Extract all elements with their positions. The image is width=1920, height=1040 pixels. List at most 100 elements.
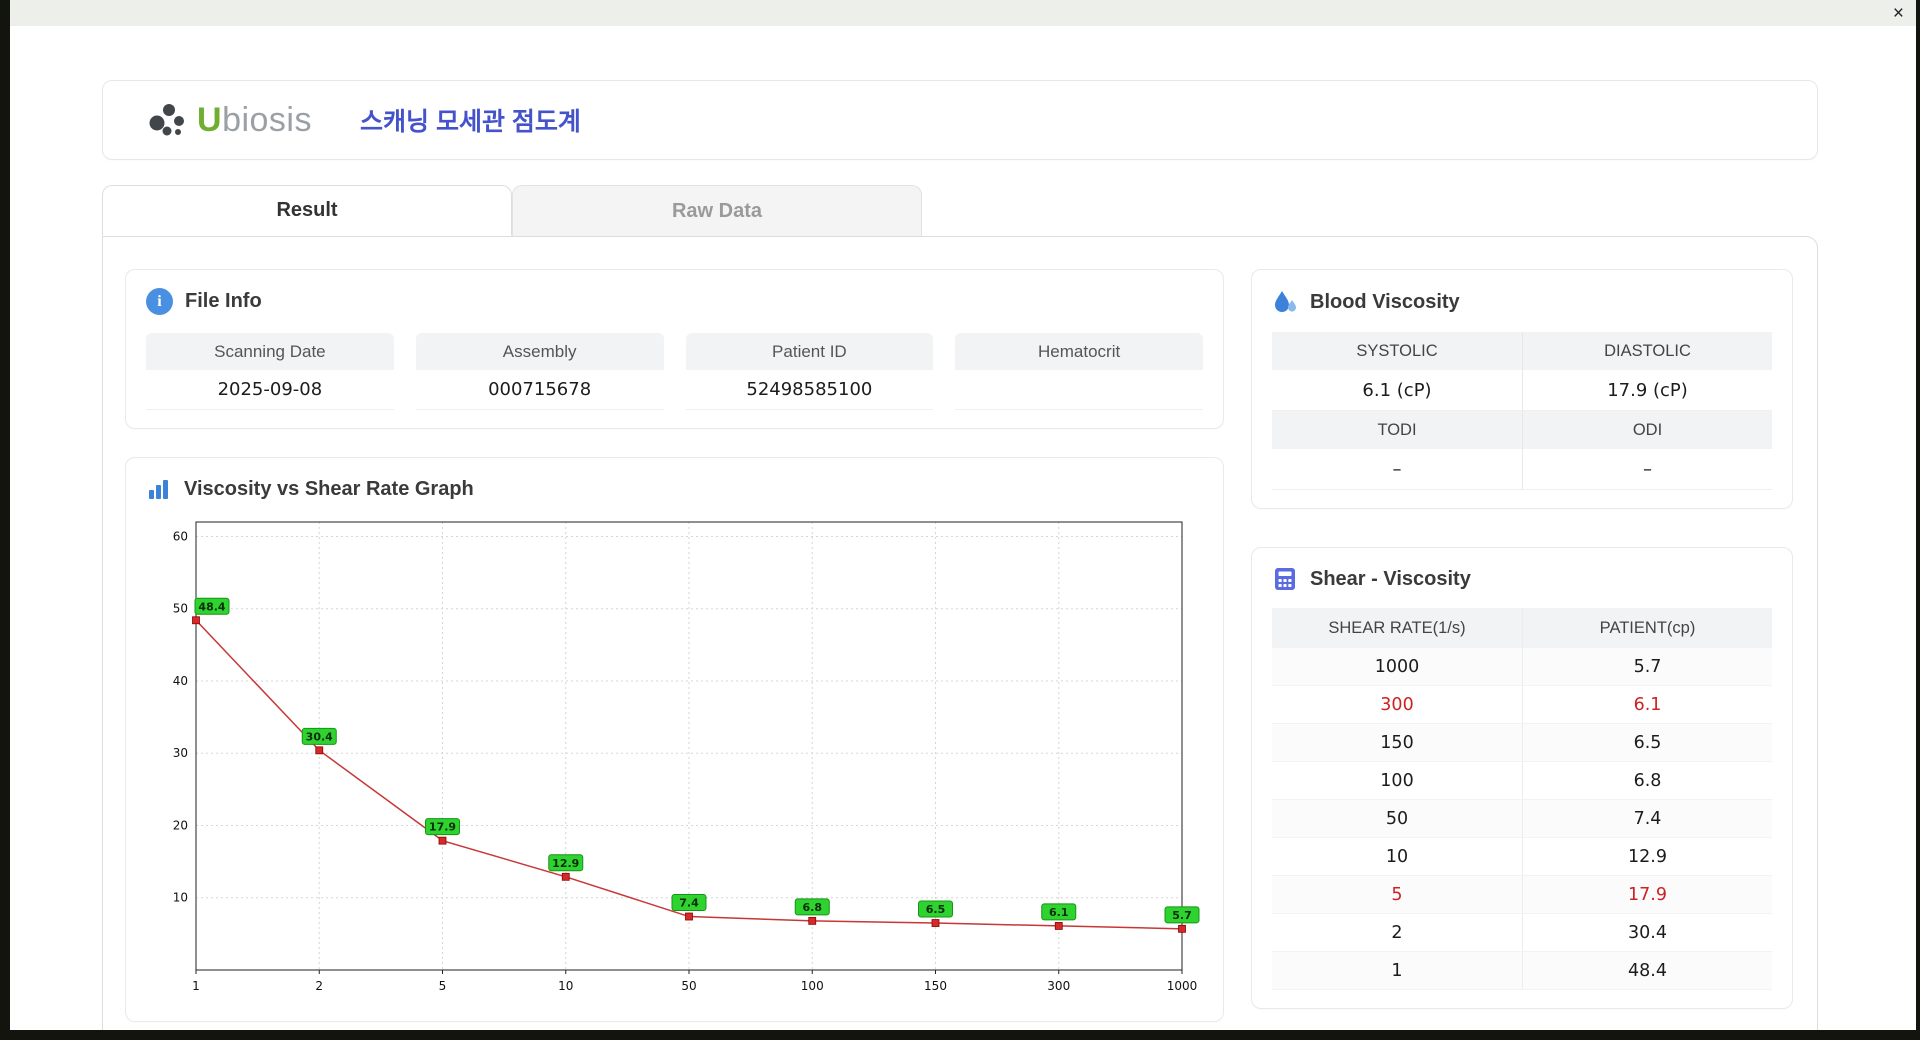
cell-patient: 17.9 bbox=[1522, 876, 1772, 913]
field-value bbox=[955, 370, 1203, 410]
graph-card: Viscosity vs Shear Rate Graph 10 20 30 40 50… bbox=[125, 457, 1224, 1022]
svg-text:30: 30 bbox=[173, 746, 188, 760]
cell-rate: 1000 bbox=[1374, 656, 1420, 677]
field-label: Assembly bbox=[415, 333, 664, 370]
cell-patient: 48.4 bbox=[1522, 952, 1772, 989]
svg-text:300: 300 bbox=[1047, 979, 1070, 993]
file-info-card: i File Info Scanning Date 2025-09-08 Ass… bbox=[125, 269, 1224, 429]
cell-rate: 300 bbox=[1380, 694, 1414, 715]
table-row: 50 7.4 bbox=[1272, 800, 1772, 838]
odi-label: ODI bbox=[1522, 411, 1772, 449]
svg-text:17.9: 17.9 bbox=[429, 821, 456, 834]
blood-viscosity-card: Blood Viscosity SYSTOLIC DIASTOLIC 6.1 (… bbox=[1251, 269, 1793, 509]
svg-text:50: 50 bbox=[681, 979, 696, 993]
cell-patient: 6.8 bbox=[1522, 762, 1772, 799]
tab-result[interactable]: Result bbox=[102, 185, 512, 236]
svg-text:30.4: 30.4 bbox=[306, 730, 333, 743]
col-shear-rate: SHEAR RATE(1/s) bbox=[1328, 618, 1466, 637]
cell-rate: 50 bbox=[1385, 808, 1409, 829]
cell-rate: 150 bbox=[1380, 732, 1414, 753]
window-titlebar: × bbox=[10, 0, 1916, 26]
field-label: Hematocrit bbox=[955, 333, 1203, 370]
svg-text:1000: 1000 bbox=[1167, 979, 1198, 993]
cell-rate: 2 bbox=[1391, 922, 1403, 943]
systolic-value: 6.1 (cP) bbox=[1362, 379, 1432, 401]
svg-text:20: 20 bbox=[173, 818, 188, 832]
cell-patient: 6.1 bbox=[1522, 686, 1772, 723]
svg-text:6.5: 6.5 bbox=[926, 903, 946, 916]
todi-label: TODI bbox=[1377, 420, 1417, 439]
field-value: 52498585100 bbox=[685, 370, 934, 410]
todi-value: – bbox=[1392, 458, 1402, 480]
svg-text:5.7: 5.7 bbox=[1172, 909, 1192, 922]
shear-viscosity-table: SHEAR RATE(1/s) PATIENT(cp) 1000 5.7 300… bbox=[1272, 608, 1772, 990]
shear-viscosity-card: Shear - Viscosity SHEAR RATE(1/s) PATIEN… bbox=[1251, 547, 1793, 1009]
app-window: × Ubiosis 스캐닝 모세관 점도계 Result Raw Data i … bbox=[10, 0, 1916, 1030]
blood-viscosity-table: SYSTOLIC DIASTOLIC 6.1 (cP) 17.9 (cP) TO… bbox=[1272, 332, 1772, 490]
file-info-title: File Info bbox=[185, 290, 262, 312]
svg-text:12.9: 12.9 bbox=[552, 857, 579, 870]
result-panel: i File Info Scanning Date 2025-09-08 Ass… bbox=[102, 236, 1818, 1030]
table-row: 100 6.8 bbox=[1272, 762, 1772, 800]
cell-patient: 30.4 bbox=[1522, 914, 1772, 951]
cell-rate: 1 bbox=[1391, 960, 1403, 981]
table-row: 150 6.5 bbox=[1272, 724, 1772, 762]
field-label: Patient ID bbox=[685, 333, 934, 370]
table-row: 10 12.9 bbox=[1272, 838, 1772, 876]
table-header: SHEAR RATE(1/s) PATIENT(cp) bbox=[1272, 608, 1772, 648]
svg-text:6.1: 6.1 bbox=[1049, 906, 1069, 919]
bar-chart-icon bbox=[149, 480, 168, 499]
table-row: 1 48.4 bbox=[1272, 952, 1772, 990]
chart-svg: 10 20 30 40 50 60 1 2 5 10 50 100 150 300 1000 48.4 30.4… bbox=[173, 521, 1200, 993]
diastolic-value: 17.9 (cP) bbox=[1522, 370, 1772, 410]
field-hematocrit: Hematocrit bbox=[955, 333, 1203, 410]
info-icon: i bbox=[146, 288, 173, 315]
col-patient: PATIENT(cp) bbox=[1522, 608, 1772, 648]
svg-text:5: 5 bbox=[439, 979, 447, 993]
droplets-icon bbox=[1275, 291, 1296, 312]
cell-patient: 12.9 bbox=[1522, 838, 1772, 875]
table-row: 2 30.4 bbox=[1272, 914, 1772, 952]
left-column: i File Info Scanning Date 2025-09-08 Ass… bbox=[125, 269, 1224, 1022]
cell-patient: 5.7 bbox=[1522, 648, 1772, 685]
logo-text: Ubiosis bbox=[197, 101, 312, 140]
cell-patient: 6.5 bbox=[1522, 724, 1772, 761]
svg-text:100: 100 bbox=[801, 979, 824, 993]
right-column: Blood Viscosity SYSTOLIC DIASTOLIC 6.1 (… bbox=[1251, 269, 1793, 1022]
svg-text:48.4: 48.4 bbox=[198, 600, 225, 613]
field-scanning-date: Scanning Date 2025-09-08 bbox=[146, 333, 394, 410]
page-title: 스캐닝 모세관 점도계 bbox=[360, 108, 581, 136]
svg-text:10: 10 bbox=[558, 979, 573, 993]
svg-text:40: 40 bbox=[173, 674, 188, 688]
logo-text-u: U bbox=[197, 100, 223, 139]
page-content: Ubiosis 스캐닝 모세관 점도계 Result Raw Data i Fi… bbox=[10, 26, 1916, 1030]
field-patient-id: Patient ID 52498585100 bbox=[685, 333, 934, 410]
svg-text:2: 2 bbox=[315, 979, 323, 993]
field-assembly: Assembly 000715678 bbox=[415, 333, 664, 410]
tab-bar: Result Raw Data bbox=[102, 185, 1818, 236]
cell-rate: 10 bbox=[1385, 846, 1409, 867]
cell-rate: 100 bbox=[1380, 770, 1414, 791]
field-value: 2025-09-08 bbox=[146, 370, 394, 410]
svg-text:1: 1 bbox=[192, 979, 200, 993]
ubiosis-logo: Ubiosis bbox=[145, 97, 312, 143]
systolic-label: SYSTOLIC bbox=[1356, 341, 1438, 360]
field-label: Scanning Date bbox=[146, 333, 394, 370]
diastolic-label: DIASTOLIC bbox=[1522, 332, 1772, 370]
table-row: 5 17.9 bbox=[1272, 876, 1772, 914]
table-row: 300 6.1 bbox=[1272, 686, 1772, 724]
svg-text:7.4: 7.4 bbox=[679, 897, 699, 910]
logo-dots-icon bbox=[149, 104, 184, 136]
svg-text:150: 150 bbox=[924, 979, 947, 993]
calculator-icon bbox=[1275, 568, 1295, 590]
cell-patient: 7.4 bbox=[1522, 800, 1772, 837]
odi-value: – bbox=[1522, 449, 1772, 489]
table-row: 1000 5.7 bbox=[1272, 648, 1772, 686]
cell-rate: 5 bbox=[1391, 884, 1403, 905]
svg-text:10: 10 bbox=[173, 891, 188, 905]
close-icon[interactable]: × bbox=[1893, 4, 1904, 23]
field-value: 000715678 bbox=[415, 370, 664, 410]
tab-raw-data[interactable]: Raw Data bbox=[512, 185, 922, 236]
header-card: Ubiosis 스캐닝 모세관 점도계 bbox=[102, 80, 1818, 160]
svg-text:60: 60 bbox=[173, 529, 188, 543]
